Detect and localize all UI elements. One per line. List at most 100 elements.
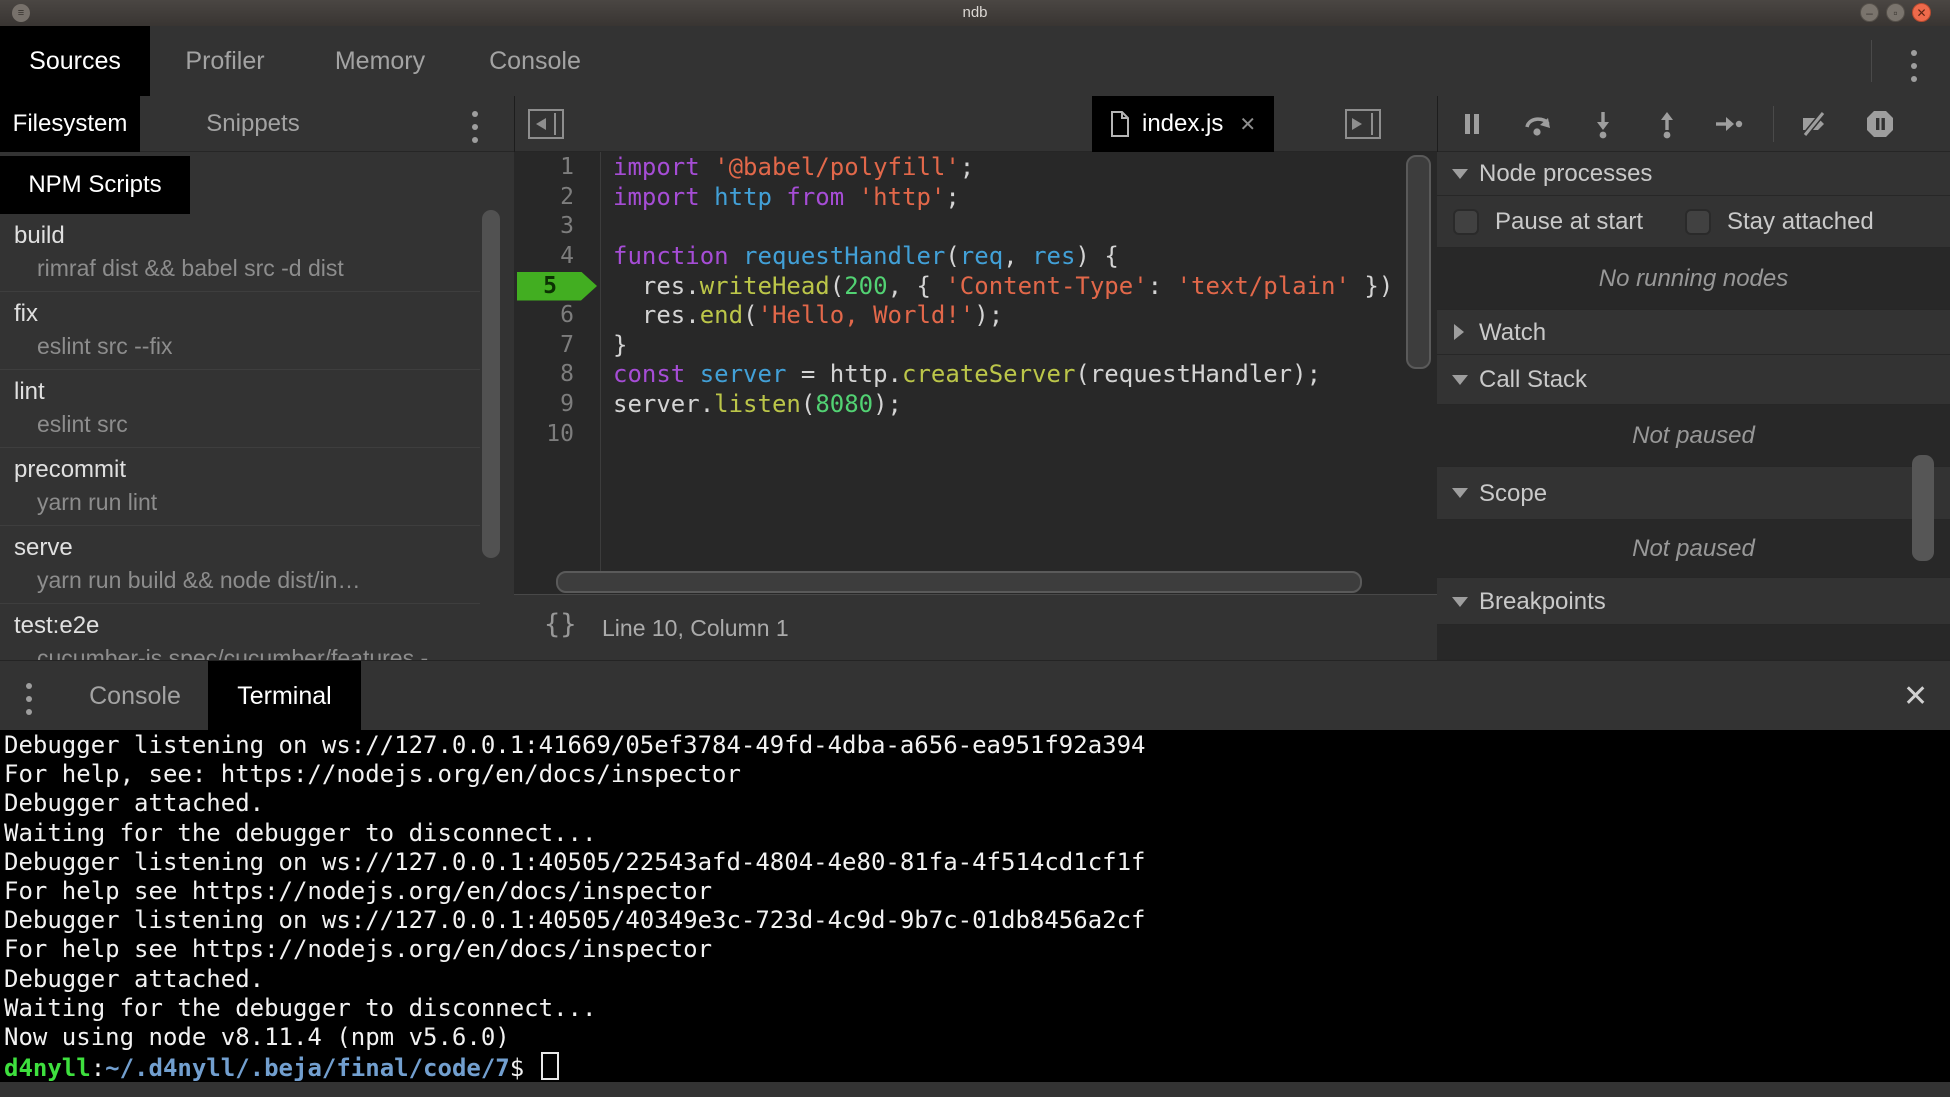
sidebar-scrollbar[interactable] — [1912, 455, 1934, 561]
no-running-nodes-message: No running nodes — [1437, 248, 1950, 310]
step-out-icon[interactable] — [1652, 109, 1682, 139]
chevron-right-icon — [1454, 324, 1464, 340]
tab-memory[interactable]: Memory — [305, 26, 455, 96]
close-button[interactable]: ✕ — [1912, 3, 1931, 22]
terminal-line: Debugger listening on ws://127.0.0.1:416… — [4, 731, 1950, 760]
section-watch[interactable]: Watch — [1437, 310, 1950, 355]
tab-drawer-terminal[interactable]: Terminal — [208, 661, 361, 731]
npm-script-item[interactable]: fixeslint src --fix — [0, 292, 480, 370]
pretty-print-icon[interactable]: {} — [544, 609, 577, 640]
terminal-line: Debugger attached. — [4, 965, 1950, 994]
tab-drawer-console[interactable]: Console — [85, 661, 185, 731]
terminal-line: Debugger attached. — [4, 789, 1950, 818]
section-label: Watch — [1479, 310, 1546, 355]
deactivate-breakpoints-icon[interactable] — [1799, 109, 1829, 139]
code-line: import http from 'http'; — [613, 183, 1393, 213]
npm-script-list: buildrimraf dist && babel src -d distfix… — [0, 214, 480, 660]
terminal-line: Debugger listening on ws://127.0.0.1:405… — [4, 906, 1950, 935]
gutter-divider — [600, 152, 601, 571]
tab-snippets[interactable]: Snippets — [178, 96, 328, 152]
section-call-stack[interactable]: Call Stack — [1437, 355, 1950, 405]
npm-scripts-panel: NPM Scripts buildrimraf dist && babel sr… — [0, 152, 514, 660]
show-navigator-icon[interactable] — [528, 109, 564, 139]
section-scope[interactable]: Scope — [1437, 467, 1950, 520]
minimize-button[interactable]: – — [1860, 3, 1879, 22]
code-line: const server = http.createServer(request… — [613, 360, 1393, 390]
pause-on-exceptions-icon[interactable] — [1865, 109, 1895, 139]
npm-script-item[interactable]: buildrimraf dist && babel src -d dist — [0, 214, 480, 292]
node-process-options: Pause at start Stay attached — [1437, 196, 1950, 248]
npm-script-command: rimraf dist && babel src -d dist — [37, 255, 344, 282]
npm-script-name: fix — [14, 300, 38, 328]
chevron-down-icon — [1452, 488, 1468, 498]
section-label: Breakpoints — [1479, 578, 1606, 625]
pause-at-start-checkbox[interactable] — [1453, 209, 1479, 235]
drawer-close-icon[interactable]: ✕ — [1903, 679, 1928, 714]
npm-script-name: test:e2e — [14, 612, 99, 640]
step-icon[interactable] — [1713, 109, 1743, 139]
ndb-window: ≡ ndb – ▫ ✕ Sources Profiler Memory Cons… — [0, 0, 1950, 1097]
npm-script-command: yarn run lint — [37, 489, 157, 516]
left-panel-more-icon[interactable] — [472, 111, 480, 143]
npm-script-name: lint — [14, 378, 45, 406]
section-label: Call Stack — [1479, 355, 1587, 405]
code-line: } — [613, 331, 1393, 361]
editor-gutter[interactable]: 1234 678910 — [514, 153, 586, 449]
tab-console[interactable]: Console — [460, 26, 610, 96]
npm-script-command: yarn run build && node dist/in… — [37, 567, 360, 594]
npm-script-item[interactable]: test:e2ecucumber-js spec/cucumber/featur… — [0, 604, 480, 660]
step-into-icon[interactable] — [1588, 109, 1618, 139]
debug-toolbar — [1437, 96, 1950, 152]
step-over-icon[interactable] — [1523, 109, 1553, 139]
code-line: res.writeHead(200, { 'Content-Type': 'te… — [613, 272, 1393, 302]
npm-script-item[interactable]: serveyarn run build && node dist/in… — [0, 526, 480, 604]
section-label: Node processes — [1479, 152, 1652, 196]
line-number[interactable]: 8 — [514, 360, 586, 390]
terminal-cursor[interactable] — [541, 1052, 559, 1080]
chevron-down-icon — [1452, 375, 1468, 385]
file-tab-close-icon[interactable]: ✕ — [1239, 112, 1256, 137]
code-line: function requestHandler(req, res) { — [613, 242, 1393, 272]
code-content[interactable]: import '@babel/polyfill';import http fro… — [613, 153, 1393, 449]
tab-filesystem[interactable]: Filesystem — [0, 96, 140, 152]
tab-sources[interactable]: Sources — [0, 26, 150, 96]
pause-icon[interactable] — [1457, 109, 1487, 139]
terminal-output[interactable]: Debugger listening on ws://127.0.0.1:416… — [0, 730, 1950, 1082]
main-tab-bar: Sources Profiler Memory Console — [0, 26, 1950, 97]
bottom-strip — [0, 1082, 1950, 1097]
terminal-line: Waiting for the debugger to disconnect..… — [4, 819, 1950, 848]
line-number[interactable]: 3 — [514, 212, 586, 242]
stay-attached-checkbox[interactable] — [1685, 209, 1711, 235]
line-number[interactable]: 6 — [514, 301, 586, 331]
line-number[interactable]: 9 — [514, 390, 586, 420]
toolbar-divider — [1871, 40, 1872, 82]
line-number[interactable]: 2 — [514, 183, 586, 213]
section-node-processes[interactable]: Node processes — [1437, 152, 1950, 196]
title-bar: ≡ ndb – ▫ ✕ — [0, 0, 1950, 27]
section-breakpoints[interactable]: Breakpoints — [1437, 578, 1950, 625]
drawer-more-icon[interactable] — [26, 683, 34, 715]
terminal-line: Debugger listening on ws://127.0.0.1:405… — [4, 848, 1950, 877]
call-stack-status: Not paused — [1437, 405, 1950, 467]
maximize-button[interactable]: ▫ — [1886, 3, 1905, 22]
line-number[interactable]: 1 — [514, 153, 586, 183]
chevron-down-icon — [1452, 169, 1468, 179]
terminal-line: For help see https://nodejs.org/en/docs/… — [4, 935, 1950, 964]
editor-horizontal-scrollbar[interactable] — [556, 571, 1362, 593]
stay-attached-label: Stay attached — [1727, 196, 1874, 248]
cursor-position-text: Line 10, Column 1 — [602, 595, 789, 661]
file-tab-indexjs[interactable]: index.js ✕ — [1092, 96, 1274, 152]
line-number[interactable]: 7 — [514, 331, 586, 361]
more-options-icon[interactable] — [1911, 50, 1919, 82]
editor-vertical-scrollbar[interactable] — [1406, 155, 1431, 369]
chevron-down-icon — [1452, 597, 1468, 607]
show-drawer-icon[interactable] — [1345, 109, 1381, 139]
line-number[interactable]: 4 — [514, 242, 586, 272]
npm-script-item[interactable]: precommityarn run lint — [0, 448, 480, 526]
npm-list-scrollbar[interactable] — [482, 210, 500, 558]
current-line-marker: 5 — [517, 272, 597, 301]
tab-profiler[interactable]: Profiler — [150, 26, 300, 96]
code-line: server.listen(8080); — [613, 390, 1393, 420]
npm-script-item[interactable]: linteslint src — [0, 370, 480, 448]
line-number[interactable]: 10 — [514, 420, 586, 450]
